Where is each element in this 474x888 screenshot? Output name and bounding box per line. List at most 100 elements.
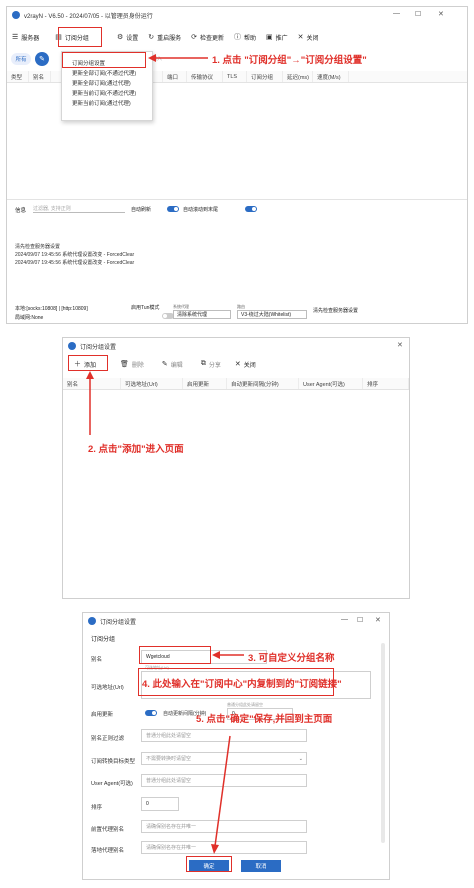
form-section-title: 订阅分组 — [91, 637, 116, 643]
annot1: 1. 点击 "订阅分组"→"订阅分组设置" — [212, 55, 367, 66]
url-label: 可选地址(Url) — [91, 685, 124, 691]
delete-button[interactable]: 🗑 删除 — [115, 356, 149, 372]
edit-button[interactable]: ✎ 编辑 — [157, 356, 188, 372]
prev-proxy-label: 前置代理别名 — [91, 827, 125, 833]
routing-select[interactable]: V3-绕过大陆(Whitelist) — [237, 310, 307, 319]
highlight-add-button — [68, 355, 108, 371]
land-proxy-label: 落地代理别名 — [91, 848, 125, 854]
server-icon: ☰ — [12, 34, 19, 41]
toolbar-close[interactable]: ✕ 关闭 — [293, 29, 324, 45]
sub-form-title: 订阅分组设置 — [100, 619, 137, 626]
menu-update-current-direct[interactable]: 更新当前订阅(不通过代理) — [62, 88, 152, 98]
toolbar-restart[interactable]: ↻ 重启服务 — [143, 29, 186, 45]
maximize-icon[interactable]: ☐ — [357, 616, 363, 624]
log-title: 清先检查服务器设置 — [15, 244, 61, 250]
highlight-ok-button — [186, 856, 232, 872]
gear-icon: ⚙ — [116, 34, 124, 41]
toolbar-promote[interactable]: ▣ 推广 — [261, 29, 293, 45]
tun-mode-label: 启用Tun模式 — [131, 305, 160, 311]
annot4: 4. 此处输入在"订阅中心"内复制到的"订阅链接" — [142, 679, 342, 690]
chevron-down-icon: ⌄ — [298, 755, 303, 762]
refresh-icon: ↻ — [148, 34, 155, 41]
col-latency[interactable]: 延迟(ms) — [283, 71, 313, 82]
col-interval[interactable]: 自动更新间隔(分钟) — [227, 378, 299, 389]
form-scrollbar[interactable] — [381, 643, 385, 843]
window-close-icon[interactable]: ✕ — [397, 341, 403, 349]
pencil-icon: ✎ — [161, 361, 168, 368]
sub-list-title: 订阅分组设置 — [80, 344, 117, 351]
window-close-icon[interactable]: ✕ — [375, 616, 381, 624]
annot2: 2. 点击"添加"进入页面 — [88, 444, 184, 455]
filter-tab-all[interactable]: 所有 — [11, 53, 31, 65]
update-icon: ⟳ — [191, 34, 197, 41]
col-speed[interactable]: 速度(M/s) — [313, 71, 349, 82]
status-hint: 清先检查服务器设置 — [313, 308, 359, 314]
help-icon: ⓘ — [234, 34, 242, 41]
info-label: 信息 — [15, 208, 27, 214]
cancel-button[interactable]: 取消 — [241, 860, 281, 872]
promote-icon: ▣ — [266, 34, 273, 41]
sort-label: 排序 — [91, 805, 103, 811]
sort-input[interactable]: 0 — [141, 797, 179, 811]
annot3: 3. 可自定义分组名称 — [248, 653, 335, 664]
menu-update-all-direct[interactable]: 更新全部订阅(不通过代理) — [62, 68, 152, 78]
window-close-icon[interactable]: ✕ — [438, 10, 444, 18]
col-url[interactable]: 可选地址(Url) — [121, 378, 183, 389]
minimize-icon[interactable]: — — [393, 10, 400, 17]
auto-refresh-label: 自动刷新 — [131, 207, 152, 213]
log-filter-input[interactable]: 过滤器, 支持正则 — [33, 204, 125, 213]
v2rayn-logo-icon — [68, 342, 76, 350]
auto-refresh-toggle[interactable] — [167, 206, 179, 212]
col-transport[interactable]: 传输协议 — [187, 71, 223, 82]
toolbar-servers[interactable]: ☰ 服务器 — [7, 29, 44, 45]
toolbar-check-update[interactable]: ⟳ 检查更新 — [186, 29, 229, 45]
arrow-annot5 — [211, 735, 231, 854]
main-title: v2rayN - V6.50 - 2024/07/05 - 以管理员身份运行 — [24, 13, 153, 20]
maximize-icon[interactable]: ☐ — [415, 10, 421, 18]
sub-list-toolbar: ＋添加 🗑 删除 ✎ 编辑 ⧉ 分享 ✕ 关闭 — [63, 356, 409, 372]
close-icon: ✕ — [234, 361, 241, 368]
col-port[interactable]: 端口 — [163, 71, 187, 82]
sys-proxy-select[interactable]: 清除系统代理 — [173, 310, 231, 319]
col-enable-update[interactable]: 启用更新 — [183, 378, 227, 389]
col-alias[interactable]: 别名 — [29, 71, 51, 82]
arrow-annot2 — [86, 371, 94, 435]
enable-update-toggle[interactable] — [145, 710, 157, 716]
status-local-ports: 本地:[socks:10808] | [http:10809] — [15, 306, 88, 312]
v2rayn-logo-icon — [88, 617, 96, 625]
col-type[interactable]: 类型 — [7, 71, 29, 82]
log-panel: 清先检查服务器设置 2024/09/07 19:45:56 系统代理设置改变 -… — [15, 243, 134, 267]
status-lan: 局域网:None — [15, 315, 44, 321]
share-icon: ⧉ — [200, 360, 206, 367]
v2rayn-logo-icon — [12, 11, 20, 19]
regex-label: 别名正则过滤 — [91, 736, 125, 742]
close-icon: ✕ — [297, 34, 304, 41]
auto-scroll-toggle[interactable] — [244, 206, 257, 212]
info-divider — [7, 199, 467, 200]
col-sort[interactable]: 排序 — [363, 378, 409, 389]
highlight-alias-input — [139, 646, 211, 664]
arrow-annot3 — [212, 651, 244, 659]
close-button[interactable]: ✕ 关闭 — [230, 356, 261, 372]
ua-label: User Agent(可选) — [91, 781, 133, 787]
col-tls[interactable]: TLS — [223, 71, 247, 82]
auto-scroll-label: 自动滚动到末尾 — [183, 207, 219, 213]
sub-list-titlebar: 订阅分组设置 — [63, 338, 409, 354]
log-line: 2024/09/07 19:45:56 系统代理设置改变 - ForcedCle… — [15, 260, 135, 266]
sub-list-header: 别名 可选地址(Url) 启用更新 自动更新间隔(分钟) User Agent(… — [63, 378, 409, 390]
minimize-icon[interactable]: — — [341, 616, 348, 623]
menu-update-current-proxy[interactable]: 更新当前订阅(通过代理) — [62, 98, 152, 108]
toolbar-settings[interactable]: ⚙ 设置 — [112, 29, 143, 45]
highlight-subscription-button — [58, 27, 102, 47]
share-button[interactable]: ⧉ 分享 — [196, 356, 226, 372]
edit-filter-icon[interactable]: ✎ — [35, 52, 49, 66]
sub-list-window: 订阅分组设置 ✕ ＋添加 🗑 删除 ✎ 编辑 ⧉ 分享 ✕ 关闭 别名 可选地址(Url… — [62, 337, 410, 599]
col-user-agent[interactable]: User Agent(可选) — [299, 378, 363, 389]
log-line: 2024/09/07 19:45:56 系统代理设置改变 - ForcedCle… — [15, 252, 135, 258]
menu-update-all-proxy[interactable]: 更新全部订阅(通过代理) — [62, 78, 152, 88]
toolbar-help[interactable]: ⓘ 帮助 — [229, 29, 261, 45]
alias-label: 别名 — [91, 657, 103, 663]
trash-icon: 🗑 — [120, 361, 129, 368]
annot5: 5. 点击"确定"保存,并回到主页面 — [196, 714, 333, 725]
col-sub-group[interactable]: 订阅分组 — [247, 71, 283, 82]
